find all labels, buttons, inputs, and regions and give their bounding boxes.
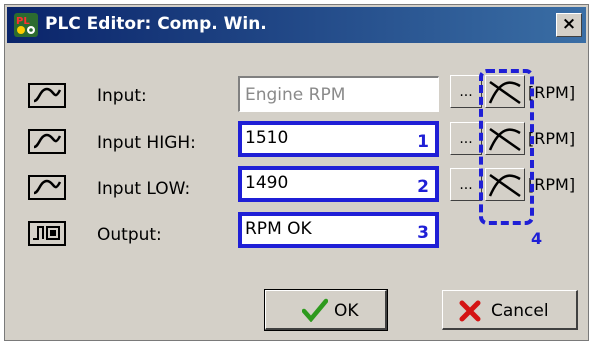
digital-pulse-icon — [28, 221, 66, 246]
cancel-label: Cancel — [491, 301, 549, 321]
input-label: Input: — [97, 86, 147, 106]
browse-label: ... — [459, 177, 473, 193]
input-low-browse-button[interactable]: ... — [450, 168, 482, 201]
analog-wave-icon — [28, 175, 66, 200]
input-low-value: 1490 — [245, 173, 289, 193]
input-high-field[interactable]: 1510 1 — [238, 121, 439, 157]
svg-text:PL: PL — [16, 16, 30, 27]
analog-wave-icon — [28, 129, 66, 154]
output-label: Output: — [97, 225, 162, 245]
browse-label: ... — [459, 131, 473, 147]
link-buttons-annotation — [479, 69, 534, 225]
input-high-unit: [RPM] — [528, 129, 576, 148]
analog-wave-icon — [28, 83, 66, 108]
marker-4: 4 — [531, 229, 543, 248]
cancel-button[interactable]: Cancel — [442, 290, 578, 330]
input-high-value: 1510 — [245, 128, 289, 148]
input-low-label: Input LOW: — [97, 179, 191, 199]
ok-button[interactable]: OK — [264, 289, 388, 331]
title-bar[interactable]: PL PLC Editor: Comp. Win. × — [7, 7, 586, 43]
marker-3: 3 — [417, 223, 429, 243]
input-high-browse-button[interactable]: ... — [450, 122, 482, 155]
marker-2: 2 — [417, 177, 429, 197]
browse-label: ... — [459, 84, 473, 100]
input-low-unit: [RPM] — [528, 175, 576, 194]
ok-label: OK — [334, 301, 359, 321]
plc-app-icon: PL — [13, 12, 39, 38]
window-title: PLC Editor: Comp. Win. — [45, 14, 267, 34]
input-high-label: Input HIGH: — [97, 133, 196, 153]
output-field[interactable]: RPM OK 3 — [238, 212, 439, 248]
marker-1: 1 — [417, 132, 429, 152]
output-value: RPM OK — [245, 219, 312, 239]
input-unit: [RPM] — [528, 83, 576, 102]
close-button[interactable]: × — [556, 13, 582, 37]
plc-editor-dialog: PL PLC Editor: Comp. Win. × Input: Engin… — [4, 4, 589, 341]
input-field[interactable]: Engine RPM — [238, 76, 439, 112]
checkmark-icon — [302, 298, 328, 322]
red-x-icon — [459, 300, 481, 322]
input-browse-button[interactable]: ... — [450, 75, 482, 108]
input-value: Engine RPM — [245, 85, 346, 105]
input-low-field[interactable]: 1490 2 — [238, 166, 439, 202]
close-icon: × — [561, 14, 577, 34]
